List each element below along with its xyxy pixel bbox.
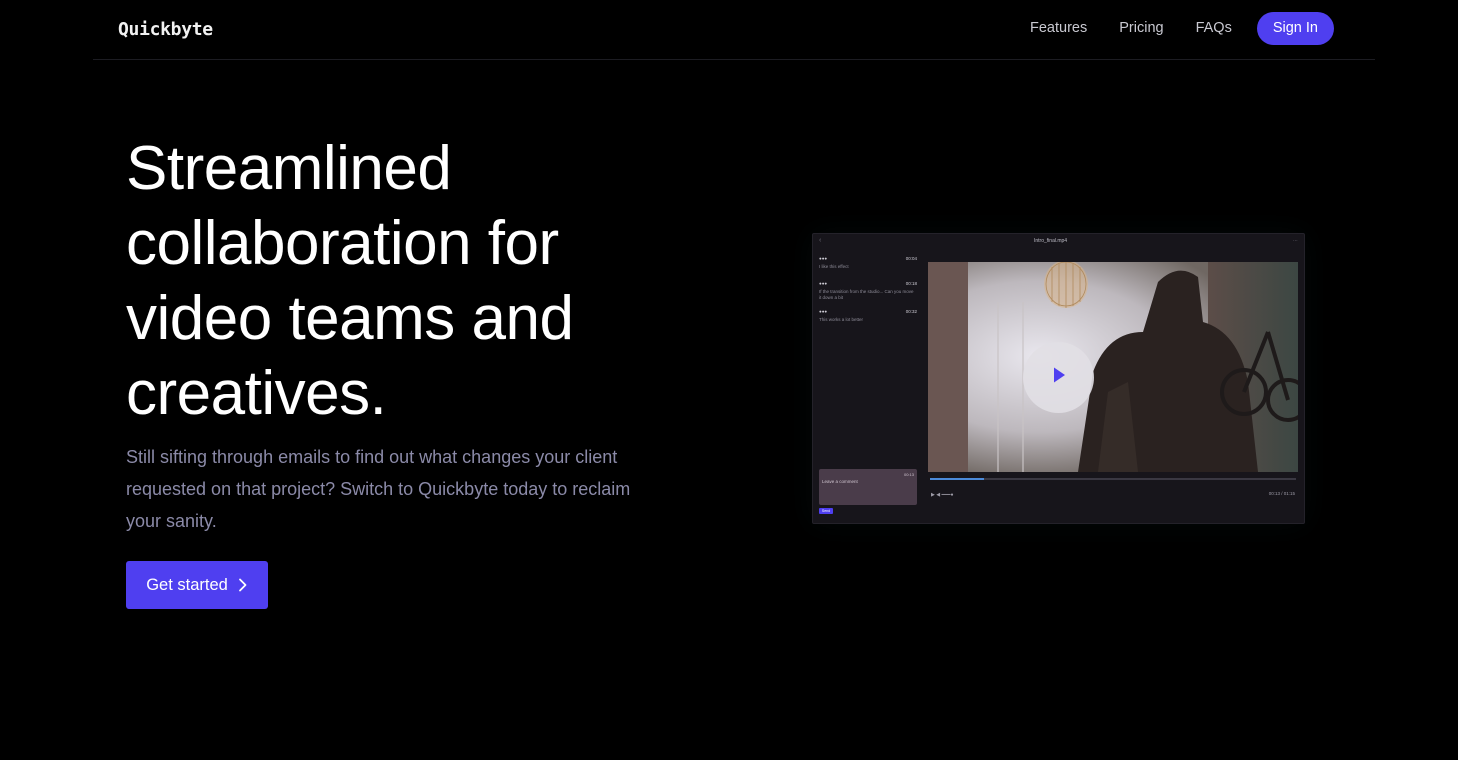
comment-item: ●●● 00:04 I like this effect [819,256,917,270]
chevron-right-icon [238,578,248,592]
comment-author: ●●● [819,281,828,286]
send-comment-button[interactable]: Send [819,508,833,514]
hero-title-line: video teams and [126,284,574,353]
nav-links: Features Pricing FAQs Sign In [1030,12,1334,45]
hero-title-line: creatives. [126,359,387,428]
get-started-button[interactable]: Get started [126,561,268,609]
hero-title-line: Streamlined [126,134,452,203]
comment-item: ●●● 00:18 If the transition from the stu… [819,281,917,301]
play-icon [1051,366,1067,389]
video-frame[interactable] [928,262,1298,472]
comment-body: If the transition from the studio... Can… [819,289,914,300]
comment-body: This works a lot better [819,317,864,322]
preview-file-name: Intro_final.mp4 [1034,238,1068,244]
hero-subtitle-line: requested on that project? Switch to Qui… [126,479,631,499]
nav-link-faqs[interactable]: FAQs [1196,12,1232,45]
comment-sidebar: ●●● 00:04 I like this effect ●●● 00:18 I… [813,250,923,523]
preview-toolbar: ‹ Intro_final.mp4 ⋯ [813,234,1304,250]
comment-author: ●●● [819,309,828,314]
get-started-label: Get started [146,575,228,594]
player-controls: ▶ ◀ ━━━● 00:13 / 01:15 [928,474,1298,500]
comment-body: I like this effect [819,264,849,269]
player-time: 00:13 / 01:15 [1268,491,1295,496]
play-button[interactable] [1023,342,1094,413]
sign-in-button[interactable]: Sign In [1256,12,1334,45]
top-nav: Quickbyte Features Pricing FAQs Sign In [93,0,1375,60]
nav-link-features[interactable]: Features [1030,12,1087,45]
comment-time: 00:04 [905,256,917,261]
comment-time: 00:32 [905,309,917,314]
comment-composer[interactable]: 00:13 Leave a comment [819,469,917,505]
back-arrow-icon: ‹ [819,237,822,244]
hero-subtitle: Still sifting through emails to find out… [126,441,686,537]
app-preview: ‹ Intro_final.mp4 ⋯ ●●● 00:04 I like thi… [812,233,1305,524]
hero-subtitle-line: your sanity. [126,511,217,531]
preview-info: ⋯ [1293,238,1298,244]
comment-item: ●●● 00:32 This works a lot better [819,309,917,323]
nav-link-pricing[interactable]: Pricing [1119,12,1163,45]
comment-author: ●●● [819,256,828,261]
comment-date [831,281,906,286]
scrub-bar[interactable] [930,478,1296,480]
comment-time: 00:18 [905,281,917,286]
composer-placeholder: Leave a comment [822,479,858,484]
scrub-progress [930,478,984,480]
logo[interactable]: Quickbyte [118,19,213,40]
composer-timestamp: 00:13 [903,472,914,477]
hero-title-line: collaboration for [126,209,559,278]
comment-date [831,256,906,261]
hero-title: Streamlined collaboration for video team… [126,131,686,431]
comment-date [831,309,906,314]
hero-subtitle-line: Still sifting through emails to find out… [126,447,618,467]
playback-buttons[interactable]: ▶ ◀ ━━━● [931,492,954,498]
video-still [928,262,1298,472]
